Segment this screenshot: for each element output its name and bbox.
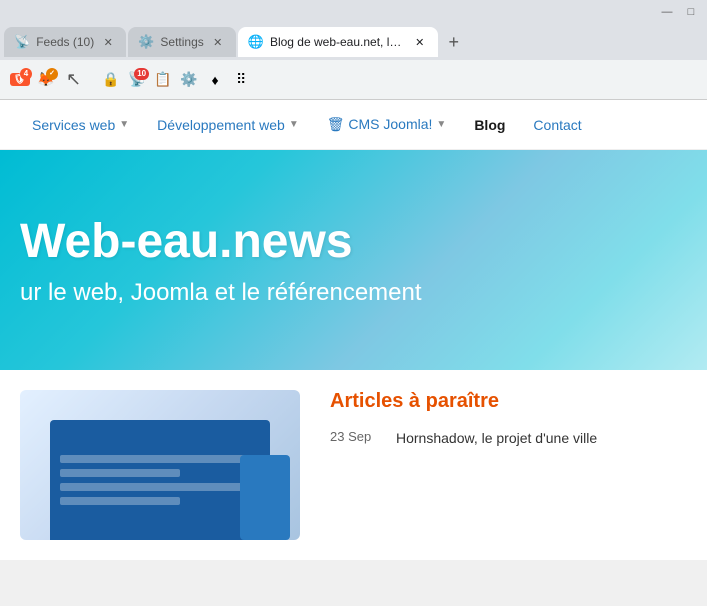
cursor-area: ↖ [66, 69, 81, 90]
feeds-tab-label: Feeds (10) [36, 35, 94, 49]
rss-icon[interactable]: 📡 10 [125, 68, 149, 92]
brave-shield-badge: 4 [20, 68, 32, 80]
nav-dev-web-label: Développement web [157, 117, 285, 133]
nav-services-web[interactable]: Services web ▼ [20, 109, 141, 141]
blog-tab-label: Blog de web-eau.net, le... [270, 35, 406, 49]
website-content: Services web ▼ Développement web ▼ 🗑 CMS… [0, 100, 707, 560]
article-date: 23 Sep [330, 429, 380, 449]
settings-tab-icon: ⚙️ [138, 34, 154, 50]
content-area: Articles à paraître 23 Sep Hornshadow, l… [0, 370, 707, 560]
device-image [20, 390, 300, 540]
phone-small [240, 455, 290, 540]
tab-blog[interactable]: 🌐 Blog de web-eau.net, le... ✕ [238, 27, 438, 57]
blog-tab-icon: 🌐 [248, 34, 264, 50]
blog-tab-close[interactable]: ✕ [412, 34, 428, 50]
brave-shield-icon[interactable]: 🛡 4 [8, 68, 32, 92]
article-title-text: Hornshadow, le projet d'une ville [396, 429, 597, 449]
minimize-button[interactable]: — [655, 1, 679, 23]
new-tab-button[interactable]: + [440, 28, 468, 56]
tab-bar: 📡 Feeds (10) ✕ ⚙️ Settings ✕ 🌐 Blog de w… [0, 24, 707, 60]
hero-subtitle: ur le web, Joomla et le référencement [20, 279, 687, 307]
settings-tab-label: Settings [160, 35, 203, 49]
nav-blog-label: Blog [474, 117, 505, 133]
device-line-4 [60, 497, 180, 505]
nav-dev-web-arrow: ▼ [289, 119, 299, 130]
tab-feeds[interactable]: 📡 Feeds (10) ✕ [4, 27, 126, 57]
hero-banner: Web-eau.news ur le web, Joomla et le réf… [0, 150, 707, 370]
lock-icon[interactable]: 🔒 [99, 68, 123, 92]
toolbar: 🛡 4 🦊 ✓ ↖ 🔒 📡 10 📋 ⚙️ ♦ ⠿ [0, 60, 707, 100]
nav-cms-joomla-arrow: ▼ [436, 119, 446, 130]
nav-services-web-label: Services web [32, 117, 115, 133]
device-line-1 [60, 455, 260, 463]
nav-contact-label: Contact [533, 117, 581, 133]
articles-section: Articles à paraître 23 Sep Hornshadow, l… [330, 390, 687, 540]
settings-tab-close[interactable]: ✕ [210, 34, 226, 50]
window-controls: — □ [0, 0, 707, 24]
maximize-button[interactable]: □ [679, 1, 703, 23]
device-line-3 [60, 483, 260, 491]
metamask-badge: ✓ [46, 68, 58, 80]
tab-settings[interactable]: ⚙️ Settings ✕ [128, 27, 236, 57]
gear-icon[interactable]: ⚙️ [177, 68, 201, 92]
metamask-icon[interactable]: 🦊 ✓ [34, 68, 58, 92]
device-screen [50, 420, 270, 540]
nav-cms-joomla-label: 🗑 CMS Joomla! [327, 116, 433, 133]
nav-services-web-arrow: ▼ [119, 119, 129, 130]
device-screen-lines [50, 445, 270, 515]
nav-blog[interactable]: Blog [462, 109, 517, 141]
hero-title: Web-eau.news [20, 214, 687, 269]
rss-badge: 10 [134, 68, 149, 80]
feeds-tab-icon: 📡 [14, 34, 30, 50]
clipboard-icon[interactable]: 📋 [151, 68, 175, 92]
articles-title: Articles à paraître [330, 390, 687, 413]
device-line-2 [60, 469, 180, 477]
article-item: 23 Sep Hornshadow, le projet d'une ville [330, 429, 687, 449]
ethereum-icon[interactable]: ♦ [203, 68, 227, 92]
site-nav: Services web ▼ Développement web ▼ 🗑 CMS… [0, 100, 707, 150]
nav-contact[interactable]: Contact [521, 109, 593, 141]
feeds-tab-close[interactable]: ✕ [100, 34, 116, 50]
dots-icon[interactable]: ⠿ [229, 68, 253, 92]
nav-dev-web[interactable]: Développement web ▼ [145, 109, 311, 141]
toolbar-extensions: 🔒 📡 10 📋 ⚙️ ♦ ⠿ [99, 68, 253, 92]
nav-cms-joomla[interactable]: 🗑 CMS Joomla! ▼ [315, 108, 459, 141]
